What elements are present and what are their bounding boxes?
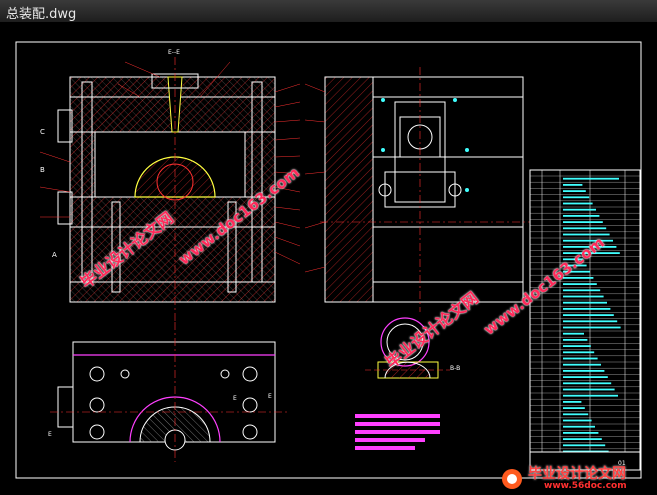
marker-c: C [40,128,45,136]
bom-row-text [563,233,610,236]
footer-url[interactable]: www.56doc.com [544,481,627,491]
bom-row-text [563,363,601,366]
plan-view [50,322,290,462]
bom-row-text [563,326,621,329]
bom-row-text [563,425,595,428]
bom-row-text [563,283,597,285]
bom-row-text [563,208,596,211]
bom-row-text [563,184,583,186]
marker-a: A [52,251,57,259]
window-title: 总装配.dwg [6,7,77,22]
bom-row-text [563,301,607,304]
bom-row-text [563,314,614,316]
bom-row-text [563,289,601,292]
bom-row-text [563,351,595,354]
bom-row-text [563,295,604,298]
bom-row-text [563,227,607,230]
footer-cn: 毕业设计论文网 [528,466,626,482]
marker-e1: E [233,395,237,402]
footer-brand: 毕业设计论文网 www.56doc.com [500,463,657,495]
bom-row-text [563,221,603,223]
drawing-canvas[interactable]: E--E C B A E E E B-B 01 www.doc163.com 毕… [0,22,657,495]
bom-row-text [563,413,589,416]
section-label-2: B-B [450,365,460,372]
marker-e2: E [268,393,272,400]
bom-row-text [563,370,605,372]
bom-row-text [563,177,619,180]
bom-row-text [563,382,612,385]
bom-row-text [563,345,591,347]
bom-row-text [563,320,618,323]
marker-b: B [40,166,45,174]
bom-row-text [563,444,606,447]
section-label: E--E [168,49,180,56]
bom-row-text [563,388,615,391]
bom-row-text [563,394,618,397]
bom-row-text [563,339,588,341]
bom-row-text [563,215,600,217]
bom-row-text [563,332,584,335]
side-view [304,67,530,312]
bom-row-text [563,432,599,434]
bom-row-text [563,438,602,440]
bom-row-text [563,407,585,409]
bom-row-text [563,401,582,403]
bom-table [529,169,641,471]
technical-notes [355,414,440,450]
bom-row-text [563,419,592,422]
bom-row-text [563,196,590,199]
bom-row-text [563,357,598,360]
bom-row-text [563,190,586,192]
bom-row-text [563,308,611,310]
window-titlebar: 总装配.dwg [0,0,657,23]
bom-row-text [563,376,608,378]
marker-e3: E [48,431,52,438]
bom-row-text [563,202,593,205]
